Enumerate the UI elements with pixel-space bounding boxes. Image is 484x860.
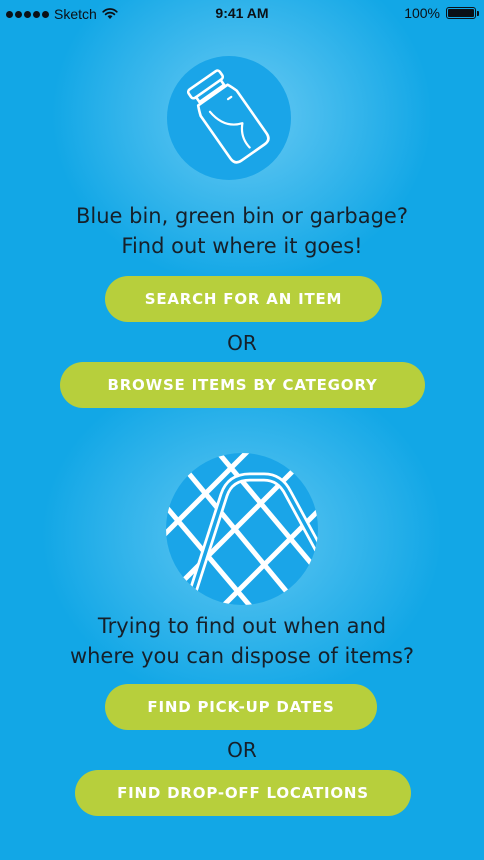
map-icon-circle	[166, 453, 318, 605]
pickup-dates-button[interactable]: FIND PICK-UP DATES	[105, 684, 377, 730]
or-divider-2: OR	[227, 738, 257, 762]
status-right: 100%	[404, 5, 479, 21]
or-divider-1: OR	[227, 331, 257, 355]
battery-percentage: 100%	[404, 5, 440, 21]
sort-prompt-line-1: Blue bin, green bin or garbage?	[75, 204, 409, 228]
sort-prompt-line-2: Find out where it goes!	[121, 234, 363, 258]
dropoff-locations-button[interactable]: FIND DROP-OFF LOCATIONS	[75, 770, 411, 816]
dispose-prompt-line-1: Trying to find out when and	[97, 614, 387, 638]
battery-icon	[446, 7, 479, 19]
dispose-prompt: Trying to find out when and where you ca…	[0, 611, 484, 671]
jar-icon	[186, 69, 270, 164]
jar-icon-circle	[167, 56, 291, 180]
search-item-button[interactable]: SEARCH FOR AN ITEM	[105, 276, 382, 322]
browse-category-button[interactable]: BROWSE ITEMS BY CATEGORY	[60, 362, 425, 408]
status-bar: Sketch 9:41 AM 100%	[0, 0, 484, 28]
dispose-prompt-line-2: where you can dispose of items?	[69, 644, 415, 668]
sort-prompt: Blue bin, green bin or garbage? Find out…	[0, 201, 484, 261]
map-icon	[166, 453, 318, 605]
